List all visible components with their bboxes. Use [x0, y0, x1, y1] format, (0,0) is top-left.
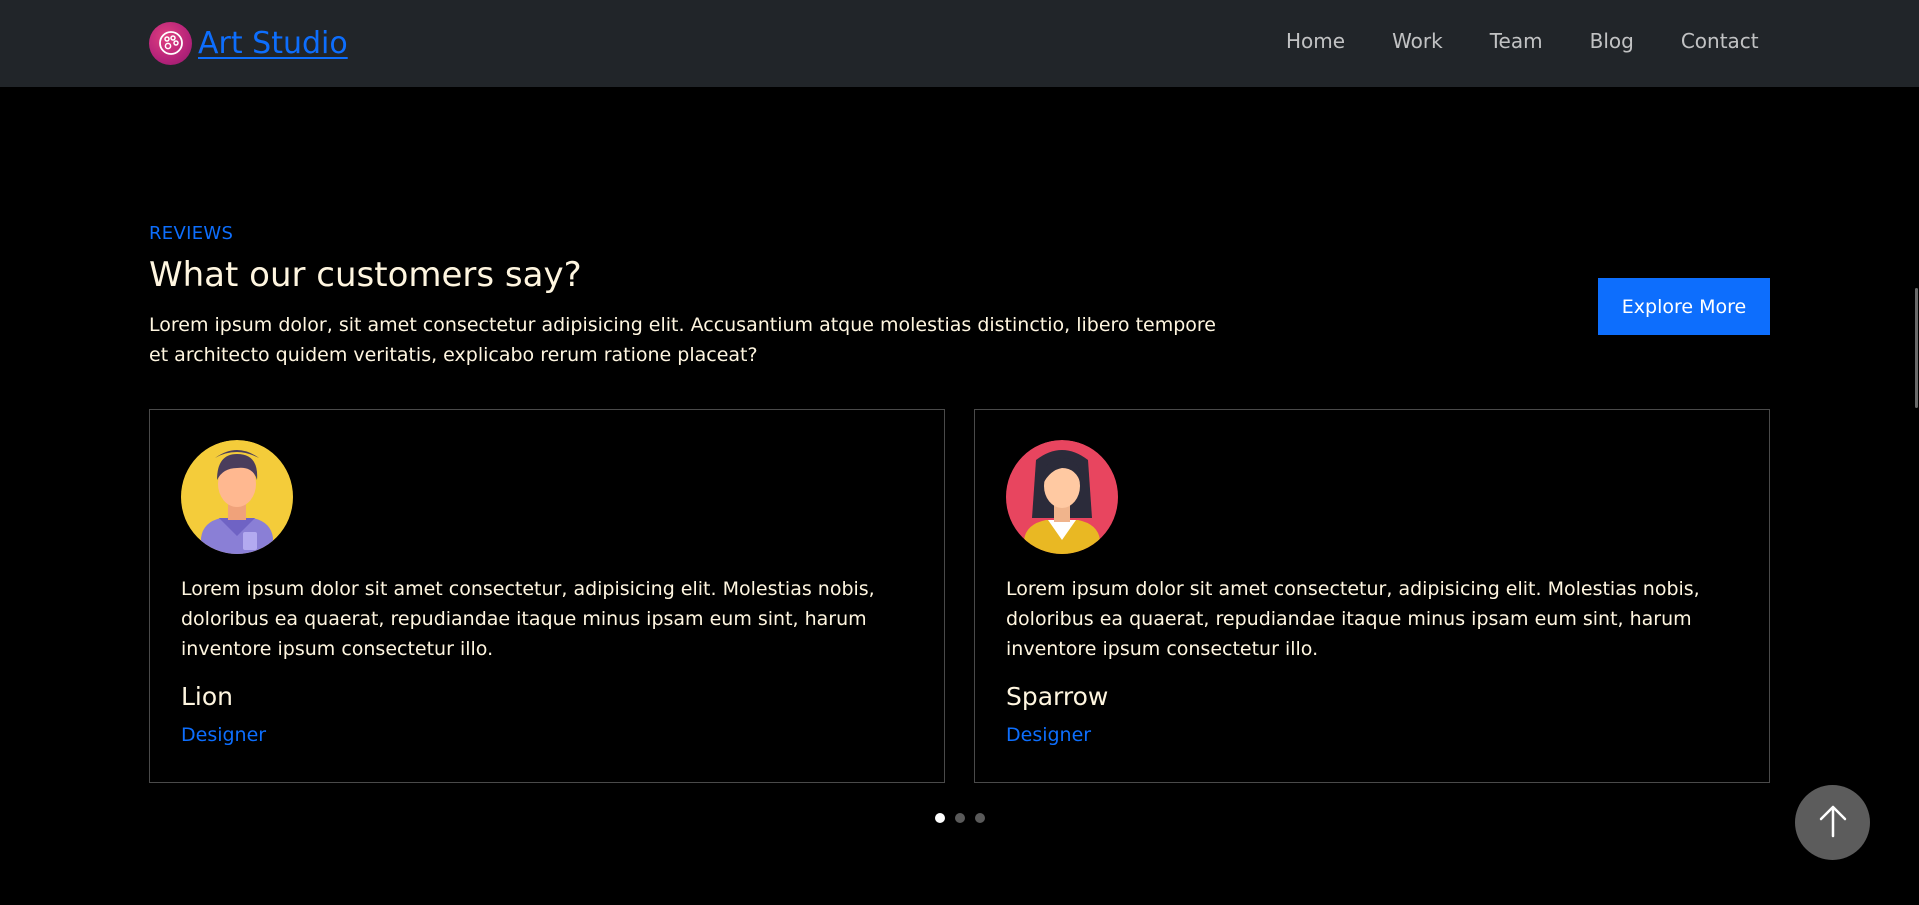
- brand-name[interactable]: Art Studio: [198, 26, 348, 61]
- section-title: What our customers say?: [149, 255, 582, 295]
- nav-link-home[interactable]: Home: [1286, 29, 1345, 53]
- nav-link-blog[interactable]: Blog: [1590, 29, 1634, 53]
- review-quote: Lorem ipsum dolor sit amet consectetur, …: [181, 578, 875, 660]
- nav-link-work[interactable]: Work: [1392, 29, 1443, 53]
- section-eyebrow: REVIEWS: [149, 223, 234, 244]
- reviewer-role: Designer: [181, 724, 267, 746]
- carousel-pagination: [935, 813, 985, 823]
- nav-link-team[interactable]: Team: [1490, 29, 1543, 53]
- review-card: Lorem ipsum dolor sit amet consectetur, …: [974, 409, 1770, 783]
- review-card: Lorem ipsum dolor sit amet consectetur, …: [149, 409, 945, 783]
- carousel-dot-2[interactable]: [955, 813, 965, 823]
- arrow-up-icon: [1818, 804, 1848, 842]
- reviewer-name: Lion: [181, 682, 234, 711]
- section-lead: Lorem ipsum dolor, sit amet consectetur …: [149, 314, 1216, 366]
- male-avatar-icon: [181, 440, 293, 554]
- nav-link-contact[interactable]: Contact: [1681, 29, 1759, 53]
- palette-icon: [149, 21, 192, 65]
- nav-menu: Home Work Team Blog Contact: [1286, 29, 1759, 53]
- navbar: Art Studio Home Work Team Blog Contact: [0, 0, 1919, 87]
- review-quote: Lorem ipsum dolor sit amet consectetur, …: [1006, 578, 1700, 660]
- page-scrollbar[interactable]: [1915, 288, 1918, 408]
- brand-link[interactable]: Art Studio: [149, 21, 348, 65]
- female-avatar-icon: [1006, 440, 1118, 554]
- reviewer-name: Sparrow: [1006, 682, 1109, 711]
- reviewer-role: Designer: [1006, 724, 1092, 746]
- scroll-to-top-button[interactable]: [1795, 785, 1870, 860]
- carousel-dot-3[interactable]: [975, 813, 985, 823]
- explore-more-button[interactable]: Explore More: [1598, 278, 1770, 335]
- carousel-dot-1[interactable]: [935, 813, 945, 823]
